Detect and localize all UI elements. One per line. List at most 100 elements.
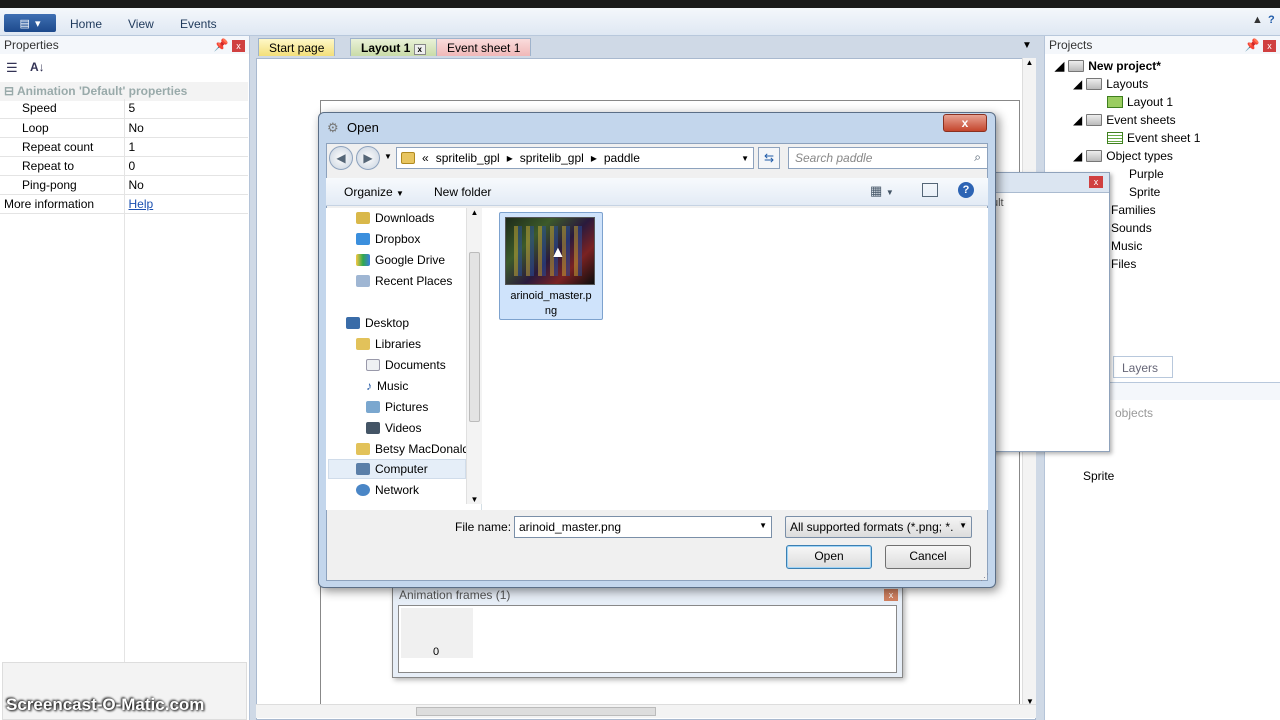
nav-item-documents[interactable]: Documents xyxy=(366,358,446,372)
tab-event-sheet-1[interactable]: Event sheet 1 xyxy=(436,38,532,56)
expand-icon[interactable]: ◢ xyxy=(1055,59,1064,73)
tree-project-root[interactable]: ◢ New project* xyxy=(1055,59,1161,73)
path-overflow[interactable]: « xyxy=(422,151,429,165)
help-icon[interactable]: ? xyxy=(1268,14,1275,26)
filename-input[interactable]: arinoid_master.png ▼ xyxy=(514,516,772,538)
close-tab-icon[interactable]: x xyxy=(413,44,426,55)
new-folder-button[interactable]: New folder xyxy=(434,185,491,199)
address-bar[interactable]: « spritelib_gpl ▸ spritelib_gpl ▸ paddle ▼ xyxy=(396,147,754,169)
nav-item-downloads[interactable]: Downloads xyxy=(356,211,434,225)
chevron-down-icon[interactable]: ▼ xyxy=(959,521,967,530)
table-row[interactable]: Speed 5 xyxy=(0,99,248,119)
tab-start-page[interactable]: Start page xyxy=(258,38,336,56)
view-options-icon[interactable]: ▦ ▼ xyxy=(870,183,894,199)
expand-icon[interactable]: ◢ xyxy=(1073,113,1082,127)
prop-value[interactable]: No xyxy=(124,175,248,195)
menu-home[interactable]: Home xyxy=(70,17,102,31)
table-row[interactable]: Ping-pong No xyxy=(0,175,248,195)
collapse-icon[interactable]: ⊟ xyxy=(4,84,14,98)
pin-icon[interactable]: 📌 xyxy=(1245,38,1260,52)
menu-view[interactable]: View xyxy=(128,17,154,31)
expand-icon[interactable]: ◢ xyxy=(1073,77,1082,91)
tree-sprite[interactable]: Sprite xyxy=(1129,185,1160,199)
table-row[interactable]: Repeat to 0 xyxy=(0,156,248,176)
nav-item-desktop[interactable]: Desktop xyxy=(346,316,409,330)
tree-purple[interactable]: Purple xyxy=(1129,167,1164,181)
search-icon[interactable]: ⌕ xyxy=(974,150,981,165)
refresh-button[interactable]: ⇆ xyxy=(758,147,780,169)
close-icon[interactable]: x xyxy=(1089,176,1103,188)
expand-icon[interactable]: ◢ xyxy=(1073,149,1082,163)
canvas-horizontal-scrollbar[interactable] xyxy=(256,704,1036,718)
open-button[interactable]: Open xyxy=(786,545,872,569)
prop-value[interactable]: 1 xyxy=(124,137,248,157)
file-item-arinoid-master[interactable]: arinoid_master.p ng xyxy=(499,212,603,320)
scroll-up-icon[interactable]: ▲ xyxy=(467,208,482,217)
tree-event-sheets[interactable]: ◢ Event sheets xyxy=(1073,113,1176,127)
tree-object-types[interactable]: ◢ Object types xyxy=(1073,149,1173,163)
minimize-ribbon-icon[interactable]: ▲ xyxy=(1252,14,1263,26)
sort-alpha-icon[interactable]: A↓ xyxy=(30,60,45,74)
close-icon[interactable]: x xyxy=(1263,40,1276,52)
scrollbar-thumb[interactable] xyxy=(416,707,656,716)
cancel-button[interactable]: Cancel xyxy=(885,545,971,569)
nav-item-google-drive[interactable]: Google Drive xyxy=(356,253,445,267)
nav-scrollbar[interactable]: ▲ ▼ xyxy=(466,208,482,504)
object-sprite[interactable]: Sprite xyxy=(1083,469,1114,483)
tab-layout-1[interactable]: Layout 1 x xyxy=(350,38,437,56)
app-menu-button[interactable]: ▤ ▾ xyxy=(4,14,56,32)
prop-value[interactable]: 5 xyxy=(124,99,248,119)
nav-item-videos[interactable]: Videos xyxy=(366,421,421,435)
preview-pane-icon[interactable] xyxy=(922,183,938,197)
tree-files[interactable]: Files xyxy=(1111,257,1136,271)
dialog-close-button[interactable]: x xyxy=(943,114,987,132)
tree-event-sheet-1[interactable]: Event sheet 1 xyxy=(1107,131,1200,145)
prop-value[interactable]: No xyxy=(124,118,248,138)
nav-item-network[interactable]: Network xyxy=(356,483,419,497)
scroll-down-icon[interactable]: ▼ xyxy=(467,495,482,504)
scroll-up-icon[interactable]: ▲ xyxy=(1023,58,1036,67)
menu-events[interactable]: Events xyxy=(180,17,217,31)
close-icon[interactable]: x xyxy=(232,40,245,52)
nav-item-user[interactable]: Betsy MacDonald xyxy=(356,442,469,456)
sort-categorized-icon[interactable]: ☰ xyxy=(6,60,18,76)
tree-label: Music xyxy=(1111,239,1143,253)
tree-music[interactable]: Music xyxy=(1111,239,1142,253)
tree-sounds[interactable]: Sounds xyxy=(1111,221,1152,235)
search-input[interactable]: Search paddle ⌕ xyxy=(788,147,988,169)
nav-item-libraries[interactable]: Libraries xyxy=(356,337,421,351)
filetype-select[interactable]: All supported formats (*.png; *. ▼ xyxy=(785,516,972,538)
nav-item-music[interactable]: ♪ Music xyxy=(366,379,408,393)
nav-item-computer[interactable]: Computer xyxy=(356,462,428,476)
scrollbar-thumb[interactable] xyxy=(469,252,480,422)
nav-item-pictures[interactable]: Pictures xyxy=(366,400,428,414)
chevron-right-icon[interactable]: ▸ xyxy=(507,151,513,165)
tree-families[interactable]: Families xyxy=(1111,203,1156,217)
resize-grip-icon[interactable]: ⋰ xyxy=(980,572,989,583)
pin-icon[interactable]: 📌 xyxy=(214,38,229,52)
organize-button[interactable]: Organize ▼ xyxy=(344,185,404,199)
tab-layers[interactable]: Layers xyxy=(1113,356,1173,378)
breadcrumb-segment[interactable]: paddle xyxy=(604,151,640,165)
help-icon[interactable]: ? xyxy=(958,182,974,198)
tree-layout-1[interactable]: Layout 1 xyxy=(1107,95,1173,109)
forward-button[interactable]: ▶ xyxy=(356,146,380,170)
nav-item-dropbox[interactable]: Dropbox xyxy=(356,232,420,246)
tree-layouts[interactable]: ◢ Layouts xyxy=(1073,77,1148,91)
chevron-right-icon[interactable]: ▸ xyxy=(591,151,597,165)
table-row[interactable]: Repeat count 1 xyxy=(0,137,248,157)
nav-item-recent-places[interactable]: Recent Places xyxy=(356,274,452,288)
tree-label: Families xyxy=(1111,203,1156,217)
history-dropdown-icon[interactable]: ▼ xyxy=(384,152,392,161)
close-icon[interactable]: x xyxy=(884,589,898,601)
prop-value[interactable]: 0 xyxy=(124,156,248,176)
chevron-down-icon[interactable]: ▼ xyxy=(741,154,749,163)
breadcrumb-segment[interactable]: spritelib_gpl xyxy=(520,151,584,165)
back-button[interactable]: ◀ xyxy=(329,146,353,170)
table-row[interactable]: Loop No xyxy=(0,118,248,138)
tree-label: Object types xyxy=(1106,149,1173,163)
chevron-down-icon[interactable]: ▼ xyxy=(759,521,767,530)
tabs-dropdown-icon[interactable]: ▼ xyxy=(1022,40,1032,51)
breadcrumb-segment[interactable]: spritelib_gpl xyxy=(436,151,500,165)
help-link[interactable]: Help xyxy=(129,197,154,211)
